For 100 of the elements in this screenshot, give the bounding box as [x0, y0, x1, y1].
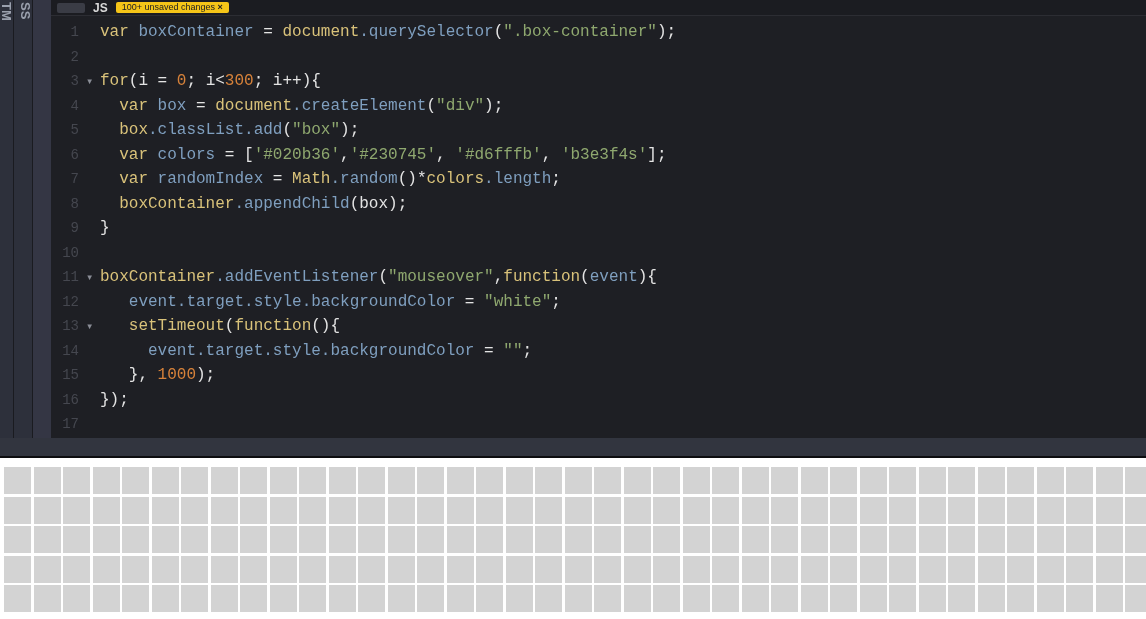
- grid-tile: [977, 526, 1005, 553]
- grid-tile: [92, 585, 120, 612]
- code-line: box.classList.add("box");: [118, 121, 360, 140]
- grid-tile: [859, 467, 887, 494]
- grid-tile: [269, 467, 297, 494]
- grid-tile: [918, 496, 946, 524]
- grid-tile: [712, 555, 739, 583]
- grid-tile: [564, 555, 592, 583]
- grid-tile: [63, 496, 90, 524]
- grid-tile: [151, 555, 179, 583]
- grid-tile: [918, 585, 946, 612]
- grid-tile: [299, 467, 326, 494]
- grid-tile: [476, 496, 503, 524]
- grid-tile: [1007, 526, 1034, 553]
- grid-tile: [210, 526, 238, 553]
- grid-tile: [623, 467, 651, 494]
- grid-tile: [181, 555, 208, 583]
- fold-arrow-icon[interactable]: ▾: [85, 73, 94, 89]
- grid-tile: [859, 526, 887, 553]
- grid-tile: [417, 467, 444, 494]
- grid-tile: [1007, 496, 1034, 524]
- grid-tile: [623, 555, 651, 583]
- code-line: setTimeout(function(){: [127, 317, 341, 336]
- grid-tile: [328, 585, 356, 612]
- grid-tile: [1066, 496, 1093, 524]
- grid-tile: [1007, 467, 1034, 494]
- grid-tile: [240, 526, 267, 553]
- grid-tile: [682, 467, 710, 494]
- grid-tile: [564, 585, 592, 612]
- grid-tile: [446, 526, 474, 553]
- grid-tile: [63, 526, 90, 553]
- grid-tile: [63, 585, 90, 612]
- grid-tile: [682, 526, 710, 553]
- grid-tile: [977, 555, 1005, 583]
- grid-tile: [741, 555, 769, 583]
- grid-tile: [446, 496, 474, 524]
- grid-tile: [299, 496, 326, 524]
- grid-tile: [92, 467, 120, 494]
- grid-tile: [181, 467, 208, 494]
- side-tab[interactable]: SS: [14, 0, 33, 438]
- grid-tile: [92, 496, 120, 524]
- grid-tile: [682, 496, 710, 524]
- grid-tile: [741, 585, 769, 612]
- grid-tile: [1066, 467, 1093, 494]
- grid-tile: [1036, 585, 1064, 612]
- grid-tile: [476, 467, 503, 494]
- code-line: }, 1000);: [127, 366, 216, 385]
- grid-tile: [771, 526, 798, 553]
- grid-tile: [594, 555, 621, 583]
- grid-tile: [564, 526, 592, 553]
- grid-tile: [240, 496, 267, 524]
- editor-title: JS: [93, 0, 108, 15]
- grid-tile: [63, 467, 90, 494]
- grid-tile: [623, 585, 651, 612]
- grid-tile: [653, 585, 680, 612]
- grid-tile: [623, 526, 651, 553]
- grid-tile: [977, 585, 1005, 612]
- grid-tile: [1125, 585, 1146, 612]
- grid-tile: [269, 555, 297, 583]
- grid-tile: [889, 526, 916, 553]
- grid-tile: [505, 526, 533, 553]
- grid-tile: [564, 496, 592, 524]
- grid-tile: [741, 496, 769, 524]
- grid-tile: [830, 496, 857, 524]
- grid-tile: [653, 467, 680, 494]
- resize-bar[interactable]: [0, 438, 1146, 458]
- grid-tile: [210, 585, 238, 612]
- grid-tile: [1095, 555, 1123, 583]
- grid-tile: [594, 467, 621, 494]
- grid-tile: [328, 555, 356, 583]
- grid-tile: [4, 555, 31, 583]
- grid-tile: [387, 496, 415, 524]
- grid-tile: [830, 585, 857, 612]
- grid-tile: [653, 555, 680, 583]
- grid-tile: [1066, 585, 1093, 612]
- side-tab[interactable]: TM: [0, 0, 14, 438]
- settings-button[interactable]: [57, 2, 85, 13]
- grid-tile: [1125, 496, 1146, 524]
- grid-tile: [1095, 467, 1123, 494]
- grid-tile: [151, 467, 179, 494]
- grid-tile: [741, 526, 769, 553]
- fold-arrow-icon[interactable]: ▾: [85, 269, 94, 285]
- grid-tile: [358, 496, 385, 524]
- grid-tile: [476, 555, 503, 583]
- grid-tile: [1125, 467, 1146, 494]
- grid-tile: [299, 526, 326, 553]
- grid-tile: [151, 585, 179, 612]
- fold-arrow-icon[interactable]: ▾: [85, 318, 94, 334]
- grid-tile: [122, 555, 149, 583]
- grid-tile: [889, 555, 916, 583]
- grid-tile: [33, 496, 61, 524]
- grid-tile: [92, 555, 120, 583]
- grid-tile: [918, 526, 946, 553]
- grid-tile: [1036, 555, 1064, 583]
- grid-tile: [269, 526, 297, 553]
- close-icon[interactable]: ×: [217, 2, 223, 12]
- grid-tile: [505, 585, 533, 612]
- grid-tile: [830, 526, 857, 553]
- grid-tile: [505, 555, 533, 583]
- grid-tile: [948, 555, 975, 583]
